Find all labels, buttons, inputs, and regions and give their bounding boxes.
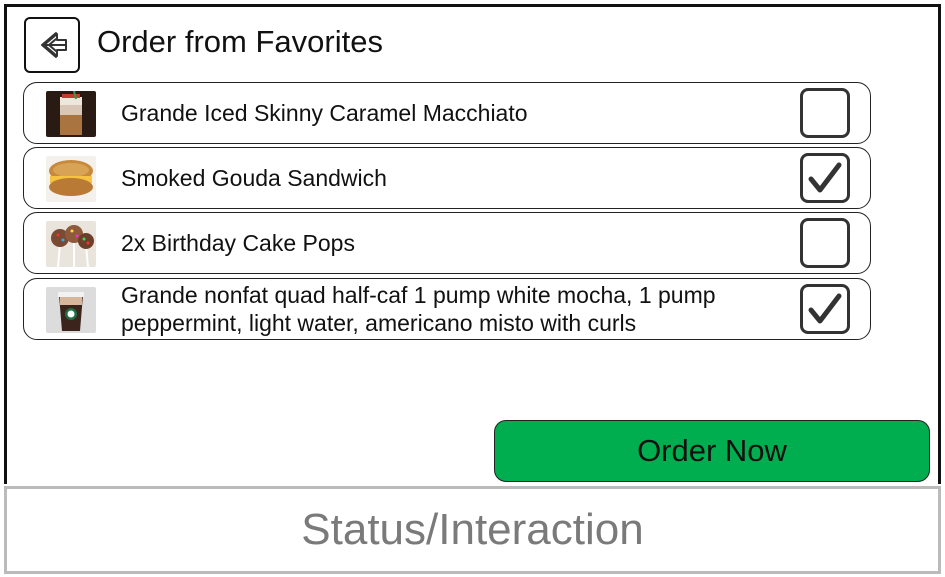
favorite-label: Grande nonfat quad half-caf 1 pump white… (121, 282, 716, 336)
favorite-row[interactable]: Smoked Gouda Sandwich (23, 147, 871, 209)
status-text: Status/Interaction (301, 505, 644, 554)
favorite-label: Grande Iced Skinny Caramel Macchiato (121, 100, 528, 126)
favorite-row[interactable]: Grande nonfat quad half-caf 1 pump white… (23, 278, 871, 340)
back-arrow-icon (41, 32, 67, 58)
favorite-row[interactable]: Grande Iced Skinny Caramel Macchiato (23, 82, 871, 144)
favorite-checkbox[interactable] (800, 153, 850, 203)
page-title: Order from Favorites (97, 24, 383, 59)
checkmark-icon (808, 293, 842, 324)
order-now-button[interactable]: Order Now (494, 420, 930, 482)
favorite-checkbox[interactable] (800, 218, 850, 268)
favorite-checkbox[interactable] (800, 284, 850, 334)
iced-drink-thumbnail (46, 91, 96, 137)
back-button[interactable] (24, 17, 80, 73)
favorite-label: 2x Birthday Cake Pops (121, 230, 355, 256)
cake-pops-thumbnail (46, 221, 96, 267)
favorite-checkbox[interactable] (800, 88, 850, 138)
favorite-row[interactable]: 2x Birthday Cake Pops (23, 212, 871, 274)
checkmark-icon (808, 162, 842, 193)
coffee-cup-thumbnail (46, 287, 96, 333)
sandwich-thumbnail (46, 156, 96, 202)
status-bar: Status/Interaction (4, 486, 941, 574)
favorite-label: Smoked Gouda Sandwich (121, 165, 387, 191)
